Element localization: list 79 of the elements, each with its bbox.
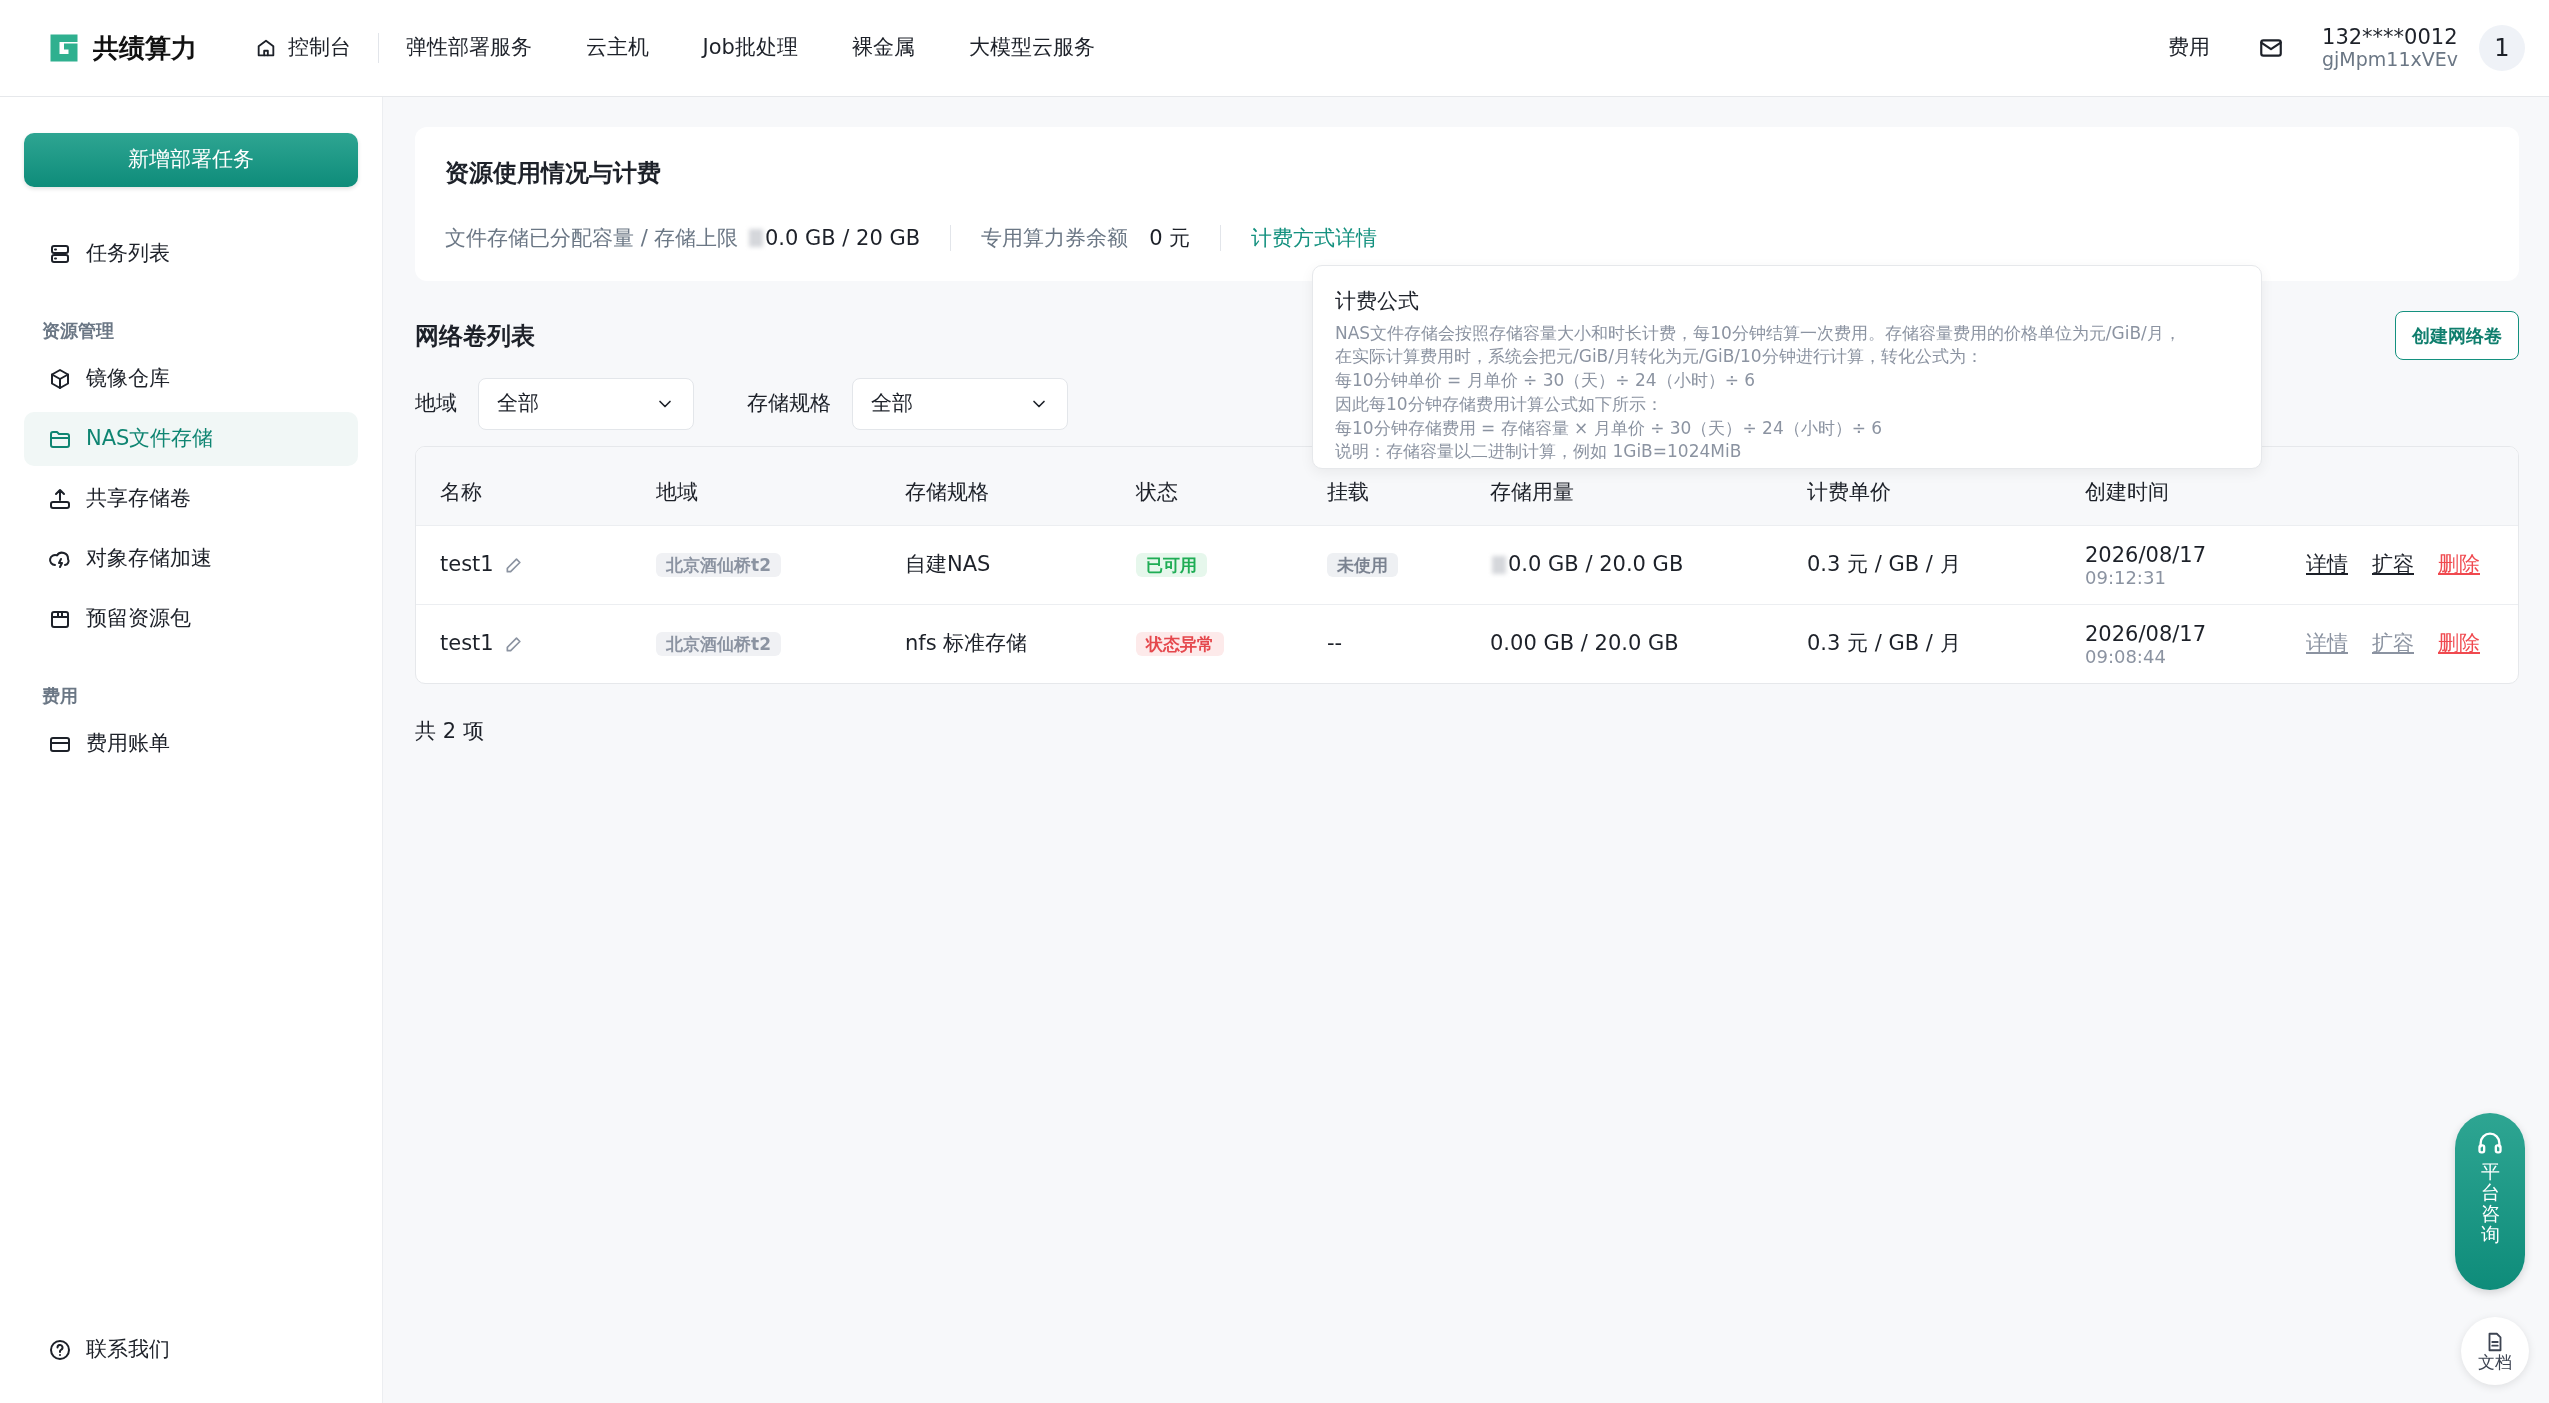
created-date: 2026/08/17 (2085, 542, 2208, 568)
create-volume-button[interactable]: 创建网络卷 (2395, 311, 2519, 360)
select-value: 全部 (497, 390, 539, 418)
nav-link[interactable]: 大模型云服务 (941, 32, 1122, 64)
column-header: 状态 (1136, 479, 1179, 507)
cube-icon (48, 366, 72, 391)
sidebar-item[interactable]: 任务列表 (24, 226, 358, 281)
tooltip-text: 在实际计算费用时，系统会把元/GiB/月转化为元/GiB/10分钟进行计算，转化公式为： (1335, 345, 1984, 369)
storage-usage: 0.00 GB / 20.0 GB (1490, 630, 1679, 658)
user-phone: 132****0012 (2322, 26, 2458, 50)
section-title: 资源管理 (41, 318, 115, 343)
created-time: 09:08:44 (2085, 646, 2167, 667)
help-icon (48, 1338, 72, 1362)
sidebar-item[interactable]: 预留资源包 (24, 591, 358, 646)
stat-value: 0.0 GB / 20 GB (764, 224, 921, 252)
section-title: 网络卷列表 (415, 320, 535, 352)
column-header: 存储规格 (905, 479, 990, 507)
storage-usage: 0.0 GB / 20.0 GB (1508, 551, 1684, 579)
filter-label: 地域 (415, 390, 457, 418)
filter-label: 存储规格 (746, 390, 831, 418)
avatar[interactable]: 1 (2479, 25, 2525, 71)
created-time: 09:12:31 (2085, 567, 2167, 588)
sidebar-item[interactable]: 共享存储卷 (24, 471, 358, 526)
mount-tag: 未使用 (1327, 553, 1398, 578)
filter-select[interactable]: 全部 (478, 378, 694, 430)
sidebar-item[interactable]: 镜像仓库 (24, 351, 358, 406)
column-header: 地域 (656, 479, 699, 507)
action-link[interactable]: 删除 (2438, 549, 2480, 581)
filter-select[interactable]: 全部 (851, 378, 1068, 430)
volume-name: test1 (440, 551, 494, 579)
column-header: 名称 (440, 479, 483, 507)
fee-link[interactable]: 费用 (2141, 32, 2238, 64)
select-value: 全部 (870, 390, 913, 418)
nav-link[interactable]: 裸金属 (824, 32, 942, 64)
nav-link[interactable]: 控制台 (228, 32, 378, 64)
section-title: 费用 (41, 683, 79, 708)
sidebar-item[interactable]: 费用账单 (24, 716, 358, 771)
volume-name: test1 (440, 630, 494, 658)
home-icon (255, 37, 277, 59)
billing-details-link[interactable]: 计费方式详情 (1251, 222, 1378, 254)
storage-spec: 自建NAS (905, 551, 992, 579)
card-title: 资源使用情况与计费 (445, 158, 662, 189)
brand-name: 共绩算力 (92, 31, 197, 65)
region-tag: 北京酒仙桥t2 (656, 553, 781, 578)
nav-link[interactable]: Job批处理 (675, 32, 825, 64)
stat-value: 0 元 (1149, 224, 1191, 252)
total-count: 共 2 项 (415, 717, 485, 745)
stat-label: 专用算力券余额 (981, 224, 1129, 252)
created-date: 2026/08/17 (2085, 621, 2208, 647)
contact-link[interactable]: 联系我们 (24, 1323, 358, 1377)
column-header: 存储用量 (1490, 479, 1575, 507)
sidebar-item[interactable]: NAS文件存储 (24, 411, 358, 466)
tooltip-text: 因此每10分钟存储费用计算公式如下所示： (1335, 392, 1664, 416)
column-header: 挂载 (1327, 479, 1370, 507)
region-tag: 北京酒仙桥t2 (656, 632, 781, 657)
column-header: 计费单价 (1807, 479, 1892, 507)
docs-button[interactable]: 文档 (2461, 1317, 2529, 1385)
tooltip-text: 每10分钟单价 = 月单价 ÷ 30（天）÷ 24（小时）÷ 6 (1335, 369, 1757, 393)
sidebar-item[interactable]: 对象存储加速 (24, 531, 358, 586)
storage-spec: nfs 标准存储 (905, 630, 1029, 658)
tooltip-title: 计费公式 (1335, 288, 1420, 315)
unit-price: 0.3 元 / GB / 月 (1807, 630, 1962, 658)
action-link[interactable]: 详情 (2306, 549, 2348, 581)
stat-label: 文件存储已分配容量 / 存储上限 (445, 224, 739, 252)
status-tag: 已可用 (1136, 553, 1207, 578)
status-tag: 状态异常 (1136, 632, 1224, 657)
tooltip-text: 说明：存储容量以二进制计算，例如 1GiB=1024MiB (1335, 440, 1743, 464)
tooltip-text: 每10分钟存储费用 = 存储容量 × 月单价 ÷ 30（天）÷ 24（小时）÷ 6 (1335, 416, 1884, 440)
tooltip-text: NAS文件存储会按照存储容量大小和时长计费，每10分钟结算一次费用。存储容量费用的价格单位为元/GiB/月， (1335, 321, 2182, 345)
consult-button[interactable]: 平台咨询 (2455, 1113, 2525, 1290)
upload-icon (48, 486, 72, 511)
unit-price: 0.3 元 / GB / 月 (1807, 551, 1962, 579)
column-header: 创建时间 (2085, 479, 2170, 507)
action-link[interactable]: 扩容 (2372, 549, 2414, 581)
nav-link[interactable]: 弹性部署服务 (378, 32, 559, 64)
user-id: gjMpm11xVEv (2322, 49, 2458, 70)
mount-text: -- (1327, 631, 1343, 656)
action-link[interactable]: 删除 (2438, 628, 2480, 660)
nav-link[interactable]: 云主机 (558, 32, 676, 64)
